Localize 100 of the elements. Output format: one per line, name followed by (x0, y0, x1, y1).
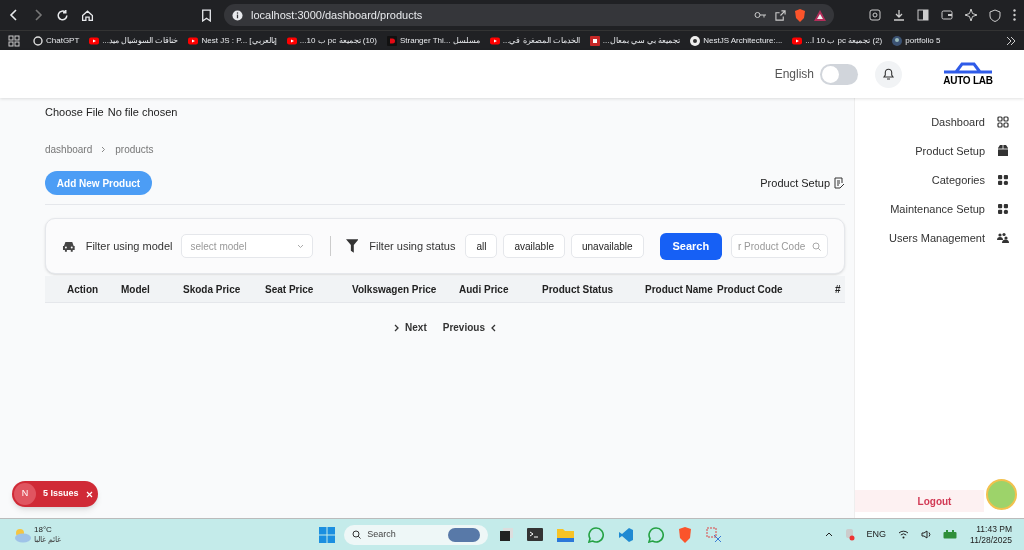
sidebar-item[interactable]: Product Setup (915, 142, 985, 160)
screenshot-icon[interactable] (869, 9, 881, 21)
play-icon (489, 35, 500, 46)
grid-outline-icon (997, 116, 1009, 128)
info-icon[interactable] (232, 9, 243, 21)
play-icon (286, 35, 297, 46)
grid-icon (997, 203, 1009, 215)
bookmark-icon[interactable] (201, 8, 212, 22)
notification-button[interactable] (875, 60, 902, 88)
product-code-input[interactable]: r Product Code (738, 238, 808, 254)
share-icon[interactable] (775, 9, 786, 21)
breadcrumb-link[interactable]: dashboard (45, 142, 93, 157)
column-header: Skoda Price (183, 282, 242, 297)
previous-page-button[interactable]: Previous (442, 320, 496, 335)
car-roof-logo-icon (942, 62, 994, 74)
column-header: Product Name (645, 282, 714, 297)
logout-button[interactable]: Logout (855, 490, 984, 512)
bookmark-link[interactable]: portfolio 5 (905, 34, 941, 47)
column-header: Product Code (717, 282, 784, 297)
apps-grid-icon[interactable] (8, 34, 20, 47)
breadcrumb-current: products (115, 143, 154, 157)
recording-icon[interactable] (844, 528, 855, 541)
clock-date: 11/28/2025 (970, 534, 1012, 546)
bookmark-link[interactable]: Stranger Thi... مسلسل (399, 34, 480, 47)
bookmark-link[interactable]: NestJS Architecture:... (703, 34, 783, 47)
bookmark-link[interactable]: ChatGPT (46, 34, 80, 47)
sidebar-item[interactable]: Maintenance Setup (890, 200, 985, 218)
column-header: # (835, 282, 841, 297)
sparkle-icon[interactable] (965, 9, 977, 21)
sidebar-item[interactable]: Dashboard (931, 113, 985, 131)
play-icon (792, 35, 803, 46)
chat-bubble-icon[interactable] (648, 526, 665, 543)
play-icon (188, 35, 199, 46)
bookmark-link[interactable]: (10) تجميعة pc ب 10... (299, 34, 377, 47)
search-highlight-picture (448, 527, 481, 542)
column-header: Volkswagen Price (352, 282, 438, 297)
sidebar-item[interactable]: Categories (931, 171, 985, 189)
bookmark-link[interactable]: Nest JS : P... [بالعربي] (201, 34, 277, 47)
code-editor-icon[interactable] (618, 526, 635, 543)
terminal-icon[interactable] (527, 528, 544, 541)
choose-file-button[interactable]: Choose File (45, 103, 104, 121)
column-header: Model (121, 282, 151, 297)
lion-shield-icon[interactable] (794, 8, 806, 22)
search-icon (352, 530, 362, 539)
bookmark-link[interactable]: خناقات السوشيال ميد... (102, 34, 179, 47)
chevrons-right-icon[interactable] (1006, 35, 1016, 46)
speaker-icon[interactable] (921, 530, 932, 539)
windows-logo-icon[interactable] (319, 526, 336, 543)
address-text: localhost:3000/dashboard/products (251, 7, 424, 23)
language-toggle[interactable] (820, 63, 858, 85)
filter-label: Filter using model (85, 238, 173, 254)
weather-condition: غائم غالبا (34, 535, 62, 544)
wifi-icon[interactable] (898, 530, 910, 539)
chat-bubble-icon[interactable] (588, 526, 605, 543)
column-header: Seat Price (265, 282, 315, 297)
bookmark-link[interactable]: تجميعة بي سي بمعال... (602, 34, 681, 47)
next-page-button[interactable]: Next (394, 320, 427, 335)
home-icon[interactable] (81, 8, 94, 22)
folder-icon[interactable] (557, 527, 575, 542)
status-filter-button[interactable]: unavailable (570, 234, 644, 258)
shield-icon[interactable] (989, 8, 1001, 22)
taskbar-search-field[interactable]: Search (344, 524, 489, 545)
chevron-up-icon[interactable] (824, 532, 833, 537)
clock-time: 11:43 PM (976, 523, 1012, 535)
bookmark-link[interactable]: (2) تجميعة pc ب 10 ا... (805, 34, 883, 47)
battery-icon[interactable] (943, 530, 959, 539)
bookmark-link[interactable]: الخدمات المصغرة في... (502, 34, 580, 47)
status-filter-button[interactable]: all (465, 234, 498, 258)
snipping-tool-icon[interactable] (706, 526, 723, 543)
wallet-icon[interactable] (941, 9, 953, 21)
back-icon[interactable] (8, 9, 20, 21)
sidebar-item[interactable]: Users Management (889, 229, 985, 247)
triangle-icon[interactable] (814, 9, 826, 21)
circle-icon (892, 35, 903, 46)
issues-badge[interactable]: N 5 Issues (12, 481, 98, 507)
letter-badge-icon (386, 35, 397, 46)
search-button[interactable]: Search (659, 232, 722, 260)
lion-shield-icon[interactable] (678, 526, 693, 543)
bell-icon (882, 67, 895, 81)
language-label: English (774, 66, 814, 83)
chevron-right-icon (394, 323, 400, 332)
product-code-search-field[interactable]: r Product Code (731, 234, 828, 258)
sidebar-icon[interactable] (917, 9, 929, 21)
car-icon (62, 240, 76, 252)
key-icon[interactable] (754, 10, 767, 20)
forward-icon[interactable] (32, 9, 44, 21)
menu-icon[interactable] (1013, 9, 1016, 21)
download-icon[interactable] (893, 9, 905, 21)
filter-icon (345, 239, 359, 253)
status-filter-button[interactable]: available (503, 234, 565, 258)
chevron-down-icon (296, 243, 304, 249)
reload-icon[interactable] (56, 8, 69, 22)
file-status: No file chosen (107, 104, 178, 120)
address-bar[interactable]: localhost:3000/dashboard/products (224, 4, 834, 26)
users-icon (997, 232, 1009, 244)
input-language[interactable]: ENG (866, 527, 887, 542)
close-icon[interactable] (85, 490, 93, 498)
circle-icon (690, 35, 701, 46)
column-header: Action (67, 282, 100, 297)
task-view-icon[interactable] (500, 528, 514, 541)
